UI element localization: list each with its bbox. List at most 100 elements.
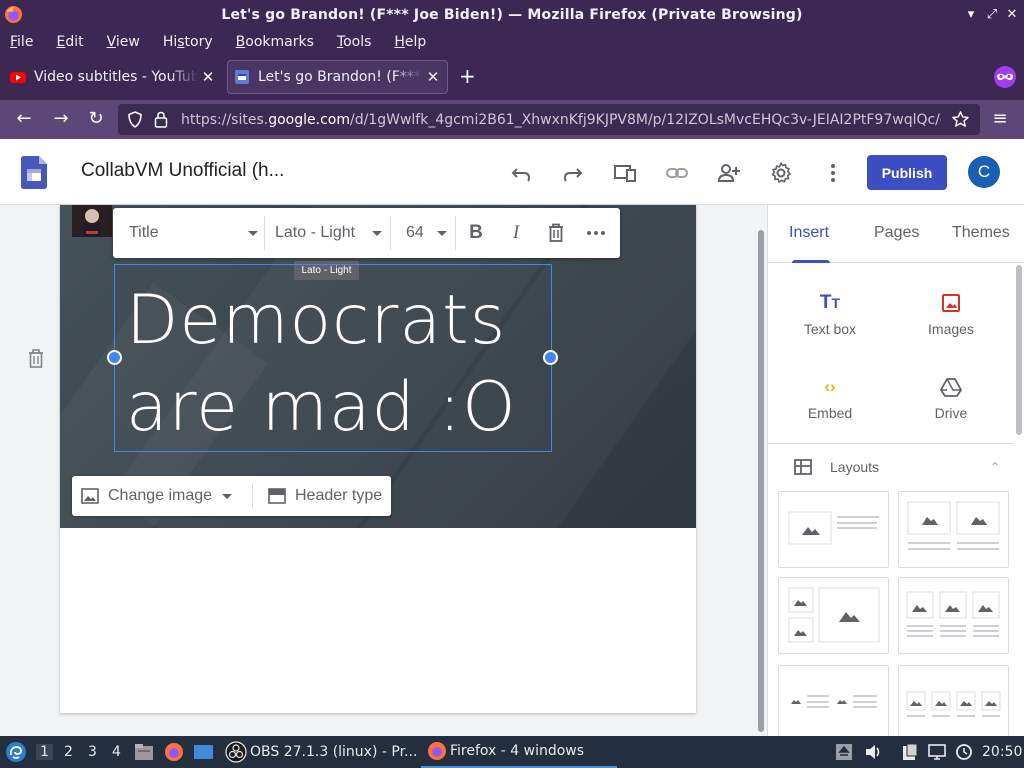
delete-section-icon[interactable] (27, 348, 45, 368)
font-size-select[interactable]: 64 (406, 208, 424, 258)
layouts-icon (794, 458, 812, 475)
url-bar[interactable]: https://sites.google.com/d/1gWwlfk_4gcmi… (118, 104, 980, 135)
headline-line-2[interactable]: are mad :O (126, 364, 566, 451)
chevron-down-icon[interactable] (437, 231, 447, 236)
url-text[interactable]: https://sites.google.com/d/1gWwlfk_4gcmi… (181, 112, 941, 128)
menu-help[interactable]: Help (394, 34, 426, 50)
header-type-icon (268, 488, 286, 504)
google-sites-icon (235, 70, 249, 84)
redo-icon[interactable] (561, 161, 585, 185)
title-text-box[interactable]: Democrats are mad :O (114, 264, 552, 452)
menu-view[interactable]: View (107, 34, 140, 50)
menu-bar: File Edit View History Bookmarks Tools H… (0, 30, 1024, 54)
start-menu-icon[interactable] (5, 741, 27, 763)
layouts-section-header[interactable]: Layouts ⌃ (768, 443, 1014, 489)
tab-label: Let's go Brandon! (F*** Joe Biden!) (258, 69, 423, 85)
images-icon (942, 294, 960, 312)
private-browsing-icon (994, 66, 1016, 88)
workspace-4[interactable]: 4 (112, 744, 121, 760)
bold-icon[interactable]: B (464, 221, 488, 245)
lock-icon[interactable] (154, 111, 168, 128)
upload-tray-icon[interactable] (835, 743, 853, 761)
image-icon (81, 488, 99, 504)
collapse-icon[interactable]: ⌃ (990, 460, 1000, 474)
tab-sites[interactable]: Let's go Brandon! (F*** Joe Biden!) ✕ (227, 60, 448, 94)
layout-option[interactable] (778, 491, 889, 568)
insert-text-box-button[interactable]: TT Text box (780, 289, 880, 337)
delete-icon[interactable] (544, 221, 568, 245)
menu-bookmarks[interactable]: Bookmarks (236, 34, 314, 50)
shield-icon[interactable] (127, 111, 143, 128)
tab-pages[interactable]: Pages (874, 224, 919, 242)
minimize-icon[interactable]: ▾ (962, 6, 980, 24)
font-family-select[interactable]: Lato - Light (275, 208, 355, 258)
layout-option[interactable] (778, 665, 889, 742)
layout-option[interactable] (898, 491, 1009, 568)
layout-option[interactable] (898, 577, 1009, 654)
workspace-2[interactable]: 2 (64, 744, 73, 760)
resize-handle-left[interactable] (107, 350, 122, 365)
settings-gear-icon[interactable] (769, 161, 793, 185)
navigation-bar: ← → ↻ https://sites.google.com/d/1gWwlfk… (0, 100, 1024, 139)
task-obs[interactable]: OBS 27.1.3 (linux) - Pr... (225, 736, 417, 768)
more-vert-icon[interactable] (821, 161, 845, 185)
new-tab-button[interactable]: + (459, 64, 476, 88)
google-sites-logo-icon[interactable] (21, 156, 47, 189)
file-manager-icon[interactable] (134, 743, 154, 761)
headline-line-1[interactable]: Democrats (126, 277, 566, 364)
share-add-person-icon[interactable] (717, 161, 741, 185)
forward-icon[interactable]: → (50, 108, 72, 130)
chevron-down-icon[interactable] (248, 231, 258, 236)
insert-embed-button[interactable]: ‹› Embed (780, 373, 880, 421)
paragraph-style-select[interactable]: Title (129, 208, 159, 258)
layout-option[interactable] (778, 577, 889, 654)
menu-file[interactable]: File (10, 34, 33, 50)
firefox-launcher-icon[interactable] (164, 742, 184, 762)
bookmark-star-icon[interactable] (951, 110, 970, 129)
italic-icon[interactable]: I (504, 221, 528, 245)
window-titlebar: Let's go Brandon! (F*** Joe Biden!) — Mo… (0, 0, 1024, 30)
tab-youtube[interactable]: Video subtitles - YouTube ✕ (4, 60, 222, 94)
close-tab-icon[interactable]: ✕ (198, 68, 218, 86)
workspace-3[interactable]: 3 (88, 744, 97, 760)
workspace-1[interactable]: 1 (36, 744, 53, 760)
canvas-scrollbar[interactable] (758, 230, 764, 732)
close-tab-icon[interactable]: ✕ (423, 68, 443, 86)
resize-handle-right[interactable] (543, 350, 558, 365)
volume-icon[interactable] (864, 743, 882, 761)
header-type-button[interactable]: Header type (268, 476, 382, 516)
more-horiz-icon[interactable] (584, 221, 608, 245)
menu-edit[interactable]: Edit (56, 34, 83, 50)
layout-option[interactable] (898, 665, 1009, 742)
show-desktop-icon[interactable] (193, 743, 214, 761)
panel-scrollbar[interactable] (1016, 265, 1022, 435)
clipboard-icon[interactable] (901, 743, 919, 761)
reload-icon[interactable]: ↻ (85, 108, 107, 130)
close-window-icon[interactable]: ✕ (1003, 6, 1021, 24)
tab-themes[interactable]: Themes (952, 224, 1010, 242)
headline-text[interactable]: Democrats are mad :O (126, 277, 566, 451)
hamburger-menu-icon[interactable]: ≡ (989, 108, 1011, 130)
desktop-taskbar: 1 2 3 4 OBS 27.1.3 (linux) - Pr... Firef… (0, 736, 1024, 768)
menu-history[interactable]: History (163, 34, 213, 50)
link-icon[interactable] (665, 161, 689, 185)
site-title[interactable]: CollabVM Unofficial (h... (81, 160, 284, 182)
insert-images-button[interactable]: Images (901, 289, 1001, 337)
update-icon[interactable] (955, 743, 973, 761)
back-icon[interactable]: ← (13, 108, 35, 130)
publish-button[interactable]: Publish (867, 155, 947, 190)
preview-devices-icon[interactable] (613, 161, 637, 185)
insert-side-panel: Insert Pages Themes TT Text box Images ‹… (767, 205, 1024, 742)
account-avatar[interactable]: C (968, 156, 1000, 188)
tab-insert[interactable]: Insert (789, 224, 829, 242)
menu-tools[interactable]: Tools (337, 34, 372, 50)
tab-strip: Video subtitles - YouTube ✕ Let's go Bra… (0, 54, 1024, 100)
undo-icon[interactable] (509, 161, 533, 185)
change-image-button[interactable]: Change image (81, 476, 233, 516)
network-icon[interactable] (928, 743, 946, 761)
chevron-down-icon[interactable] (372, 231, 382, 236)
maximize-icon[interactable]: ⤢ (983, 6, 1001, 24)
task-firefox[interactable]: Firefox - 4 windows (421, 736, 617, 768)
insert-drive-button[interactable]: Drive (901, 373, 1001, 421)
text-format-toolbar: Title Lato - Light 64 B I (113, 208, 620, 258)
